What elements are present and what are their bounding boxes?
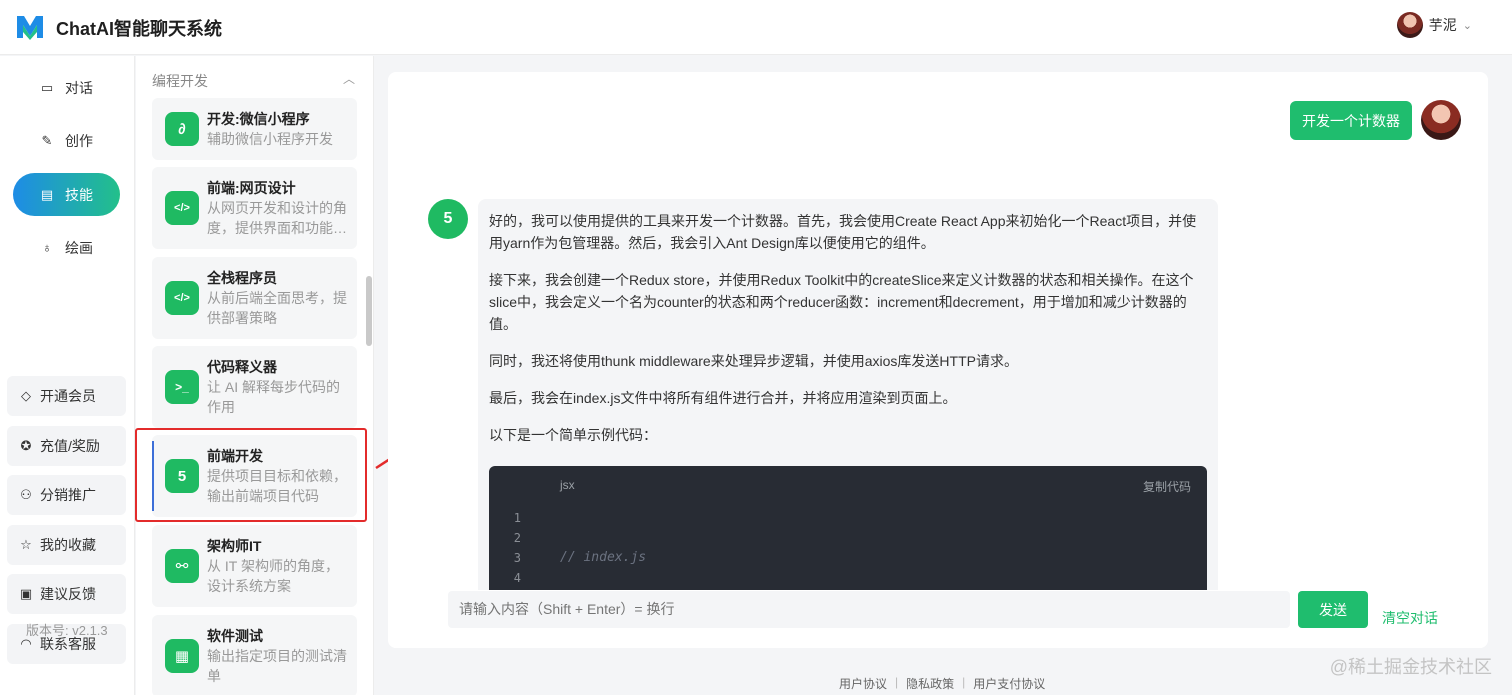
- skill-desc: 让 AI 解释每步代码的作用: [207, 379, 341, 415]
- skill-title: 架构师IT: [207, 538, 262, 554]
- pen-icon: ✎: [41, 132, 53, 148]
- code-text: // index.js: [560, 550, 647, 565]
- favorites-button[interactable]: ☆ 我的收藏: [7, 525, 126, 565]
- test-icon: ▦: [165, 639, 199, 673]
- skill-desc: 从前后端全面思考，提供部署策略: [207, 290, 347, 326]
- recharge-button[interactable]: ✪ 充值/奖励: [7, 426, 126, 466]
- skill-title: 软件测试: [207, 628, 263, 644]
- main-nav: ▭ 对话 ✎ 创作 ▤ 技能 ♁ 绘画 ◇ 开通会员 ✪ 充值/奖励 ⚇ 分销推…: [0, 56, 135, 695]
- membership-label: 开通会员: [40, 388, 96, 404]
- chat-icon: ▭: [40, 79, 54, 95]
- send-button[interactable]: 发送: [1298, 591, 1368, 628]
- bot-paragraph: 接下来，我会创建一个Redux store，并使用Redux Toolkit中的…: [489, 272, 1194, 332]
- skill-card-architect[interactable]: ⚯ 架构师IT 从 IT 架构师的角度，设计系统方案: [152, 525, 357, 607]
- code-line: 5 import ReactDOM from 'react-dom';: [489, 568, 819, 625]
- input-area: 发送 清空对话: [388, 590, 1488, 648]
- skill-title: 前端:网页设计: [207, 180, 296, 196]
- terminal-icon: >_: [165, 370, 199, 404]
- feedback-label: 建议反馈: [40, 586, 96, 602]
- nav-item-label: 技能: [65, 186, 93, 203]
- footer-links: 用户协议 | 隐私政策 | 用户支付协议: [839, 675, 1045, 692]
- bot-paragraph: 最后，我会在index.js文件中将所有组件进行合并，并将应用渲染到页面上。: [489, 390, 957, 406]
- diamond-icon: ◇: [21, 388, 31, 403]
- share-icon: ⚇: [20, 487, 32, 502]
- code-line: 1: [489, 488, 552, 525]
- skill-desc: 从网页开发和设计的角度，提供界面和功能…: [207, 200, 347, 236]
- skills-icon: ▤: [40, 186, 54, 202]
- architecture-icon: ⚯: [165, 549, 199, 583]
- code-icon: </>: [165, 281, 199, 315]
- nav-item-label: 绘画: [65, 239, 93, 256]
- feedback-button[interactable]: ▣ 建议反馈: [7, 574, 126, 614]
- skill-title: 全栈程序员: [207, 270, 277, 286]
- app-title: ChatAI智能聊天系统: [56, 19, 222, 39]
- nav-item-label: 创作: [65, 132, 93, 149]
- chevron-down-icon[interactable]: ⌄: [1463, 19, 1472, 32]
- separator: |: [962, 675, 966, 689]
- privacy-policy-link[interactable]: 隐私政策: [906, 675, 954, 692]
- bot-paragraph: 同时，我还将使用thunk middleware来处理异步逻辑，并使用axios…: [489, 353, 1018, 369]
- user-avatar: [1421, 100, 1461, 140]
- star-icon: ☆: [20, 537, 32, 552]
- nav-item-chat[interactable]: ▭ 对话: [13, 66, 120, 109]
- message-input[interactable]: [448, 591, 1290, 628]
- logo-icon: [17, 16, 43, 40]
- skill-card-code-explainer[interactable]: >_ 代码释义器 让 AI 解释每步代码的作用: [152, 346, 357, 428]
- clear-chat-button[interactable]: 清空对话: [1382, 608, 1438, 628]
- skill-category-title: 编程开发: [152, 73, 208, 89]
- skill-desc: 辅助微信小程序开发: [207, 131, 333, 147]
- skill-card-miniprogram[interactable]: ∂ 开发:微信小程序 辅助微信小程序开发: [152, 98, 357, 160]
- nav-item-paint[interactable]: ♁ 绘画: [13, 226, 120, 269]
- app-header: ChatAI智能聊天系统 芋泥 ⌄: [0, 0, 1512, 55]
- referral-button[interactable]: ⚇ 分销推广: [7, 475, 126, 515]
- watermark: @稀土掘金技术社区: [1329, 657, 1492, 677]
- user-avatar[interactable]: [1396, 12, 1423, 38]
- recharge-label: 充值/奖励: [40, 438, 100, 454]
- bot-message: 好的，我可以使用提供的工具来开发一个计数器。首先，我会使用Create Reac…: [478, 199, 1218, 648]
- code-language: jsx: [560, 478, 575, 492]
- nav-item-label: 对话: [65, 79, 93, 96]
- referral-label: 分销推广: [40, 487, 96, 503]
- skill-desc: 从 IT 架构师的角度，设计系统方案: [207, 558, 339, 594]
- bot-paragraph: 以下是一个简单示例代码：: [489, 427, 657, 443]
- skill-list: 编程开发 ︿ ∂ 开发:微信小程序 辅助微信小程序开发 </> 前端:网页设计 …: [136, 56, 374, 695]
- skill-title: 开发:微信小程序: [207, 111, 310, 127]
- skill-desc: 输出指定项目的测试清单: [207, 648, 347, 684]
- skill-card-fullstack[interactable]: </> 全栈程序员 从前后端全面思考，提供部署策略: [152, 257, 357, 339]
- code-line: 3: [489, 528, 552, 565]
- skill-title: 代码释义器: [207, 359, 277, 375]
- code-line: 4 import React from 'react';: [489, 548, 764, 605]
- user-menu[interactable]: 芋泥 ⌄: [1396, 12, 1472, 38]
- user-agreement-link[interactable]: 用户协议: [839, 675, 887, 692]
- skill-card-testing[interactable]: ▦ 软件测试 输出指定项目的测试清单: [152, 615, 357, 695]
- gift-icon: ✪: [20, 438, 32, 453]
- bot-paragraph: 好的，我可以使用提供的工具来开发一个计数器。首先，我会使用Create Reac…: [489, 213, 1197, 251]
- payment-agreement-link[interactable]: 用户支付协议: [973, 675, 1045, 692]
- nav-item-create[interactable]: ✎ 创作: [13, 119, 120, 162]
- annotation-highlight-box: [135, 428, 367, 522]
- skill-list-scrollbar[interactable]: [366, 276, 372, 346]
- miniprogram-icon: ∂: [165, 112, 199, 146]
- skill-card-webpage[interactable]: </> 前端:网页设计 从网页开发和设计的角度，提供界面和功能…: [152, 167, 357, 249]
- paint-icon: ♁: [42, 240, 52, 255]
- chat-panel: 开发一个计数器 5 好的，我可以使用提供的工具来开发一个计数器。首先，我会使用C…: [388, 72, 1488, 648]
- nav-item-skills[interactable]: ▤ 技能: [13, 173, 120, 216]
- membership-button[interactable]: ◇ 开通会员: [7, 376, 126, 416]
- feedback-icon: ▣: [19, 586, 33, 601]
- chevron-up-icon[interactable]: ︿: [343, 70, 355, 87]
- webpage-icon: </>: [165, 191, 199, 225]
- favorites-label: 我的收藏: [40, 537, 96, 553]
- user-name[interactable]: 芋泥: [1429, 15, 1457, 35]
- html5-icon: 5: [428, 199, 468, 239]
- separator: |: [895, 675, 899, 689]
- user-message: 开发一个计数器: [1290, 101, 1412, 140]
- copy-code-button[interactable]: 复制代码: [1143, 478, 1191, 495]
- code-line: 2 // index.js: [489, 508, 646, 565]
- version-label: 版本号: v2.1.3: [26, 623, 108, 638]
